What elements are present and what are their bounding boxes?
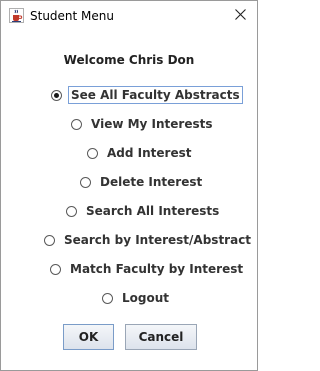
- dialog-content: Welcome Chris Don See All Faculty Abstra…: [1, 31, 257, 370]
- radio-label: Add Interest: [107, 146, 192, 160]
- radio-option-search-by-interest-abstract[interactable]: Search by Interest/Abstract: [44, 230, 254, 250]
- radio-button[interactable]: [102, 292, 113, 304]
- radio-label: Delete Interest: [100, 175, 203, 189]
- radio-button[interactable]: [87, 147, 98, 159]
- radio-button[interactable]: [44, 234, 55, 246]
- radio-label: Search by Interest/Abstract: [64, 233, 252, 247]
- radio-label: View My Interests: [91, 117, 213, 131]
- close-button[interactable]: [223, 1, 257, 31]
- ok-button[interactable]: OK: [63, 324, 114, 350]
- radio-option-delete-interest[interactable]: Delete Interest: [80, 172, 205, 192]
- radio-label: Search All Interests: [86, 204, 220, 218]
- title-bar[interactable]: Student Menu: [1, 1, 257, 31]
- radio-label: See All Faculty Abstracts: [68, 86, 243, 104]
- dialog-window: Student Menu Welcome Chris Don See All F…: [0, 0, 258, 371]
- radio-option-view-my-interests[interactable]: View My Interests: [71, 114, 216, 134]
- radio-button[interactable]: [50, 263, 61, 275]
- radio-button[interactable]: [80, 176, 91, 188]
- java-cup-icon: [9, 8, 24, 23]
- radio-option-logout[interactable]: Logout: [102, 288, 172, 308]
- radio-button[interactable]: [66, 205, 77, 217]
- welcome-label: Welcome Chris Don: [63, 53, 195, 67]
- cancel-button[interactable]: Cancel: [125, 324, 197, 350]
- radio-label: Logout: [122, 291, 170, 305]
- radio-button[interactable]: [71, 118, 82, 130]
- radio-button[interactable]: [51, 89, 62, 101]
- close-icon: [234, 9, 246, 23]
- radio-option-search-all-interests[interactable]: Search All Interests: [66, 201, 222, 221]
- radio-option-add-interest[interactable]: Add Interest: [87, 143, 194, 163]
- radio-option-see-all-faculty-abstracts[interactable]: See All Faculty Abstracts: [51, 85, 243, 105]
- window-title: Student Menu: [30, 9, 114, 23]
- radio-option-match-faculty-by-interest[interactable]: Match Faculty by Interest: [50, 259, 246, 279]
- radio-label: Match Faculty by Interest: [70, 262, 244, 276]
